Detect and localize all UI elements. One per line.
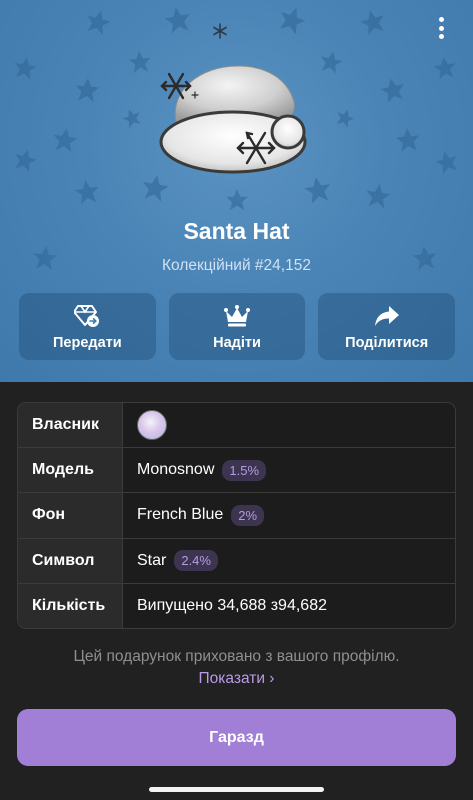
- transfer-label: Передати: [52, 334, 122, 351]
- gift-transfer-icon: [74, 303, 100, 329]
- table-row-model: Модель Monosnow 1.5%: [18, 448, 455, 494]
- backdrop-value[interactable]: French Blue: [137, 506, 223, 524]
- model-rarity-badge: 1.5%: [222, 459, 267, 481]
- owner-avatar[interactable]: [137, 410, 167, 441]
- symbol-value[interactable]: Star: [137, 552, 166, 570]
- home-indicator[interactable]: [149, 787, 324, 792]
- action-bar: Передати Надіти Поділитися: [19, 293, 456, 360]
- table-row-backdrop: Фон French Blue 2%: [18, 493, 455, 539]
- show-link[interactable]: Показати ›: [0, 670, 473, 688]
- table-row-quantity: Кількість Випущено 34,688 з94,682: [18, 583, 455, 628]
- table-row-symbol: Символ Star 2.4%: [18, 538, 455, 584]
- quantity-label: Кількість: [18, 583, 123, 628]
- ok-button[interactable]: Гаразд: [17, 709, 456, 766]
- share-label: Поділитися: [345, 334, 429, 351]
- gift-title: Santa Hat: [183, 218, 290, 244]
- backdrop-rarity-badge: 2%: [231, 504, 265, 526]
- gift-details-table: Власник Модель Monosnow 1.5% Фон French …: [17, 402, 456, 629]
- wear-button[interactable]: Надіти: [168, 293, 306, 360]
- backdrop-label: Фон: [18, 493, 123, 538]
- gift-backdrop: Santa Hat Колекційний #24,152 Передати Н…: [0, 0, 473, 382]
- symbol-rarity-badge: 2.4%: [174, 550, 218, 572]
- wear-label: Надіти: [213, 334, 261, 351]
- snowflake-icon: [213, 23, 227, 39]
- transfer-button[interactable]: Передати: [19, 293, 156, 360]
- owner-label: Власник: [18, 403, 123, 448]
- share-arrow-icon: [374, 303, 400, 329]
- hidden-gift-note: Цей подарунок приховано з вашого профілю…: [73, 648, 400, 665]
- quantity-value: Випущено 34,688 з94,682: [123, 583, 455, 628]
- symbol-label: Символ: [18, 538, 123, 583]
- table-row-owner: Власник: [18, 403, 455, 449]
- more-options-button[interactable]: [431, 14, 451, 42]
- share-button[interactable]: Поділитися: [318, 293, 456, 360]
- model-label: Модель: [18, 448, 123, 493]
- santa-hat-image: [159, 65, 307, 174]
- model-value[interactable]: Monosnow: [137, 461, 214, 479]
- gift-collectible-number: Колекційний #24,152: [162, 257, 311, 274]
- crown-icon: [224, 303, 250, 329]
